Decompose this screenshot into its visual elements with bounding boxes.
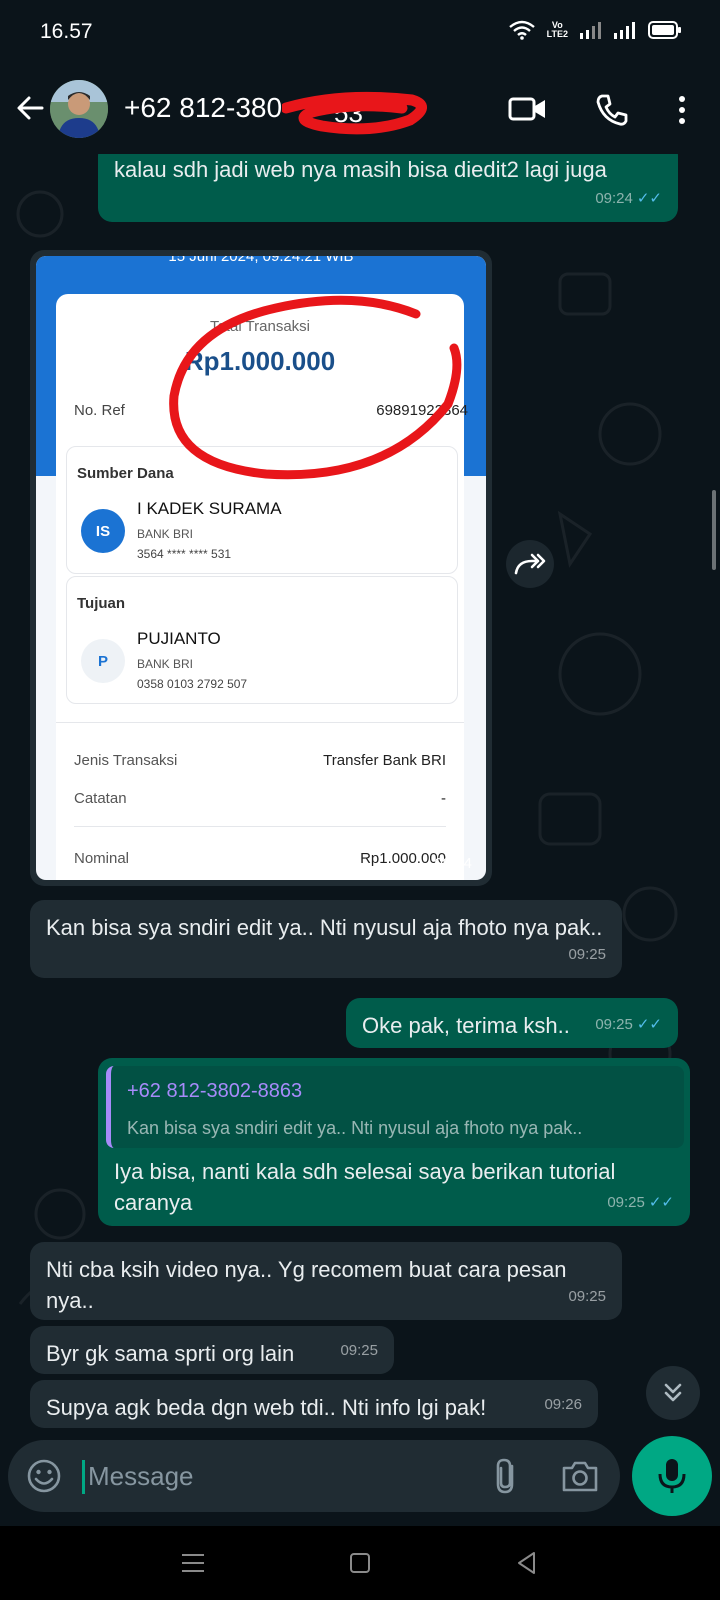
- message-bubble-incoming[interactable]: Kan bisa sya sndiri edit ya.. Nti nyusul…: [30, 900, 622, 978]
- battery-icon: [648, 21, 681, 39]
- source-account: 3564 **** **** 531: [137, 547, 232, 561]
- contact-name[interactable]: +62 812-380: [124, 92, 282, 124]
- scrollbar-thumb[interactable]: [712, 490, 716, 570]
- receipt-image[interactable]: 15 Juni 2024, 09.24.21 WIB Total Transak…: [36, 256, 486, 880]
- system-navigation-bar: [0, 1526, 720, 1600]
- read-receipt-icon: ✓✓: [636, 1016, 662, 1033]
- quoted-message[interactable]: +62 812-3802-8863 Kan bisa sya sndiri ed…: [106, 1066, 684, 1148]
- destination-bank: BANK BRI: [137, 657, 194, 671]
- camera-icon[interactable]: [560, 1456, 600, 1496]
- signal-icon-2: [614, 22, 635, 39]
- avatar[interactable]: [50, 80, 108, 138]
- signal-icon-1: [580, 22, 601, 39]
- read-receipt-icon: ✓✓: [636, 190, 662, 207]
- quoted-sender: +62 812-3802-8863: [127, 1080, 303, 1102]
- text-cursor: [82, 1460, 85, 1494]
- home-icon[interactable]: [345, 1548, 375, 1578]
- message-meta: 09:25 ✓✓: [607, 1187, 674, 1218]
- message-bubble-outgoing[interactable]: Oke pak, terima ksh.. 09:25 ✓✓: [346, 998, 678, 1048]
- volte-indicator: Vo LTE2: [547, 21, 568, 39]
- divider: [56, 722, 464, 723]
- message-text: Iya bisa, nanti kala sdh selesai saya be…: [114, 1159, 616, 1215]
- message-time: 09:25: [340, 1342, 378, 1359]
- ref-label: No. Ref: [74, 402, 125, 419]
- recent-apps-icon[interactable]: [178, 1548, 208, 1578]
- row-label-nominal: Nominal: [74, 850, 130, 867]
- destination-section: Tujuan P PUJIANTO BANK BRI 0358 0103 279…: [66, 576, 458, 704]
- message-meta: 09:26: [544, 1389, 582, 1420]
- message-text: Supya agk beda dgn web tdi.. Nti info lg…: [46, 1395, 487, 1420]
- forward-button[interactable]: [506, 540, 554, 588]
- status-icons: Vo LTE2: [508, 20, 682, 40]
- emoji-icon[interactable]: [26, 1458, 62, 1494]
- image-message[interactable]: 15 Juni 2024, 09.24.21 WIB Total Transak…: [30, 250, 492, 886]
- row-value-jenis: Transfer Bank BRI: [323, 752, 446, 769]
- chevron-double-down-icon: [664, 1383, 682, 1402]
- message-meta: 09:25: [340, 1335, 378, 1366]
- message-text: Nti cba ksih video nya.. Yg recomem buat…: [46, 1257, 567, 1313]
- message-text: Kan bisa sya sndiri edit ya.. Nti nyusul…: [46, 915, 603, 940]
- red-circle-annotation: [169, 295, 462, 480]
- message-bubble-outgoing-reply[interactable]: +62 812-3802-8863 Kan bisa sya sndiri ed…: [98, 1058, 690, 1226]
- message-composer: [8, 1440, 620, 1512]
- attach-icon[interactable]: [490, 1456, 524, 1496]
- scroll-to-bottom-button[interactable]: [646, 1366, 700, 1420]
- message-meta: 09:25 ✓✓: [595, 1009, 662, 1040]
- destination-initials: P: [97, 652, 108, 670]
- message-text: Oke pak, terima ksh..: [362, 1013, 570, 1038]
- source-name: I KADEK SURAMA: [137, 499, 282, 518]
- back-nav-icon[interactable]: [512, 1548, 542, 1578]
- message-time: 09:24: [595, 190, 633, 207]
- status-time: 16.57: [40, 20, 93, 43]
- row-label-jenis: Jenis Transaksi: [74, 752, 178, 769]
- destination-title: Tujuan: [77, 595, 126, 612]
- receipt-date: 15 Juni 2024, 09.24.21 WIB: [168, 256, 354, 265]
- read-receipt-icon: ✓✓: [648, 1194, 674, 1211]
- destination-avatar: P: [81, 639, 125, 683]
- message-text: kalau sdh jadi web nya masih bisa diedit…: [114, 157, 607, 182]
- phone-icon[interactable]: [594, 92, 630, 128]
- divider: [74, 826, 446, 827]
- message-bubble-incoming[interactable]: Byr gk sama sprti org lain 09:25: [30, 1326, 394, 1374]
- message-meta: 09:25: [568, 1281, 606, 1312]
- message-bubble-outgoing[interactable]: kalau sdh jadi web nya masih bisa diedit…: [98, 154, 678, 222]
- status-bar: 16.57 Vo LTE2: [0, 0, 720, 64]
- message-bubble-incoming[interactable]: Nti cba ksih video nya.. Yg recomem buat…: [30, 1242, 622, 1320]
- quoted-text: Kan bisa sya sndiri edit ya.. Nti nyusul…: [127, 1118, 583, 1138]
- message-time: 09:25: [607, 1194, 645, 1211]
- volte-bottom-label: LTE2: [546, 29, 568, 39]
- message-meta: 09:24 ✓✓: [595, 183, 662, 214]
- message-time: 09:26: [544, 1396, 582, 1413]
- source-bank: BANK BRI: [137, 527, 194, 541]
- avatar-photo: [50, 80, 108, 138]
- more-vert-icon[interactable]: [668, 92, 696, 128]
- red-scribble-redaction: 53: [282, 91, 427, 135]
- row-value-catatan: -: [441, 790, 446, 807]
- message-meta: 09:25: [568, 939, 606, 970]
- message-time: 09:25: [568, 1288, 606, 1305]
- source-initials: IS: [95, 522, 111, 540]
- forward-icon: [514, 553, 546, 575]
- message-bubble-incoming[interactable]: Supya agk beda dgn web tdi.. Nti info lg…: [30, 1380, 598, 1428]
- row-value-nominal: Rp1.000.000: [360, 850, 446, 867]
- image-time: 09:24: [434, 855, 472, 872]
- row-label-catatan: Catatan: [74, 790, 127, 807]
- destination-name: PUJIANTO: [137, 629, 221, 648]
- back-arrow-icon[interactable]: [12, 90, 48, 126]
- chat-header: +62 812-380 53: [0, 64, 720, 154]
- mic-icon: [658, 1459, 686, 1493]
- source-avatar: IS: [81, 509, 125, 553]
- message-time: 09:25: [595, 1016, 633, 1033]
- destination-account: 0358 0103 2792 507: [137, 677, 248, 691]
- chat-area[interactable]: kalau sdh jadi web nya masih bisa diedit…: [0, 154, 720, 1444]
- message-time: 09:25: [568, 946, 606, 963]
- wifi-icon: [508, 20, 535, 40]
- message-text: Byr gk sama sprti org lain: [46, 1341, 295, 1366]
- mic-button[interactable]: [632, 1436, 712, 1516]
- video-call-icon[interactable]: [508, 92, 548, 126]
- message-input[interactable]: [88, 1454, 468, 1498]
